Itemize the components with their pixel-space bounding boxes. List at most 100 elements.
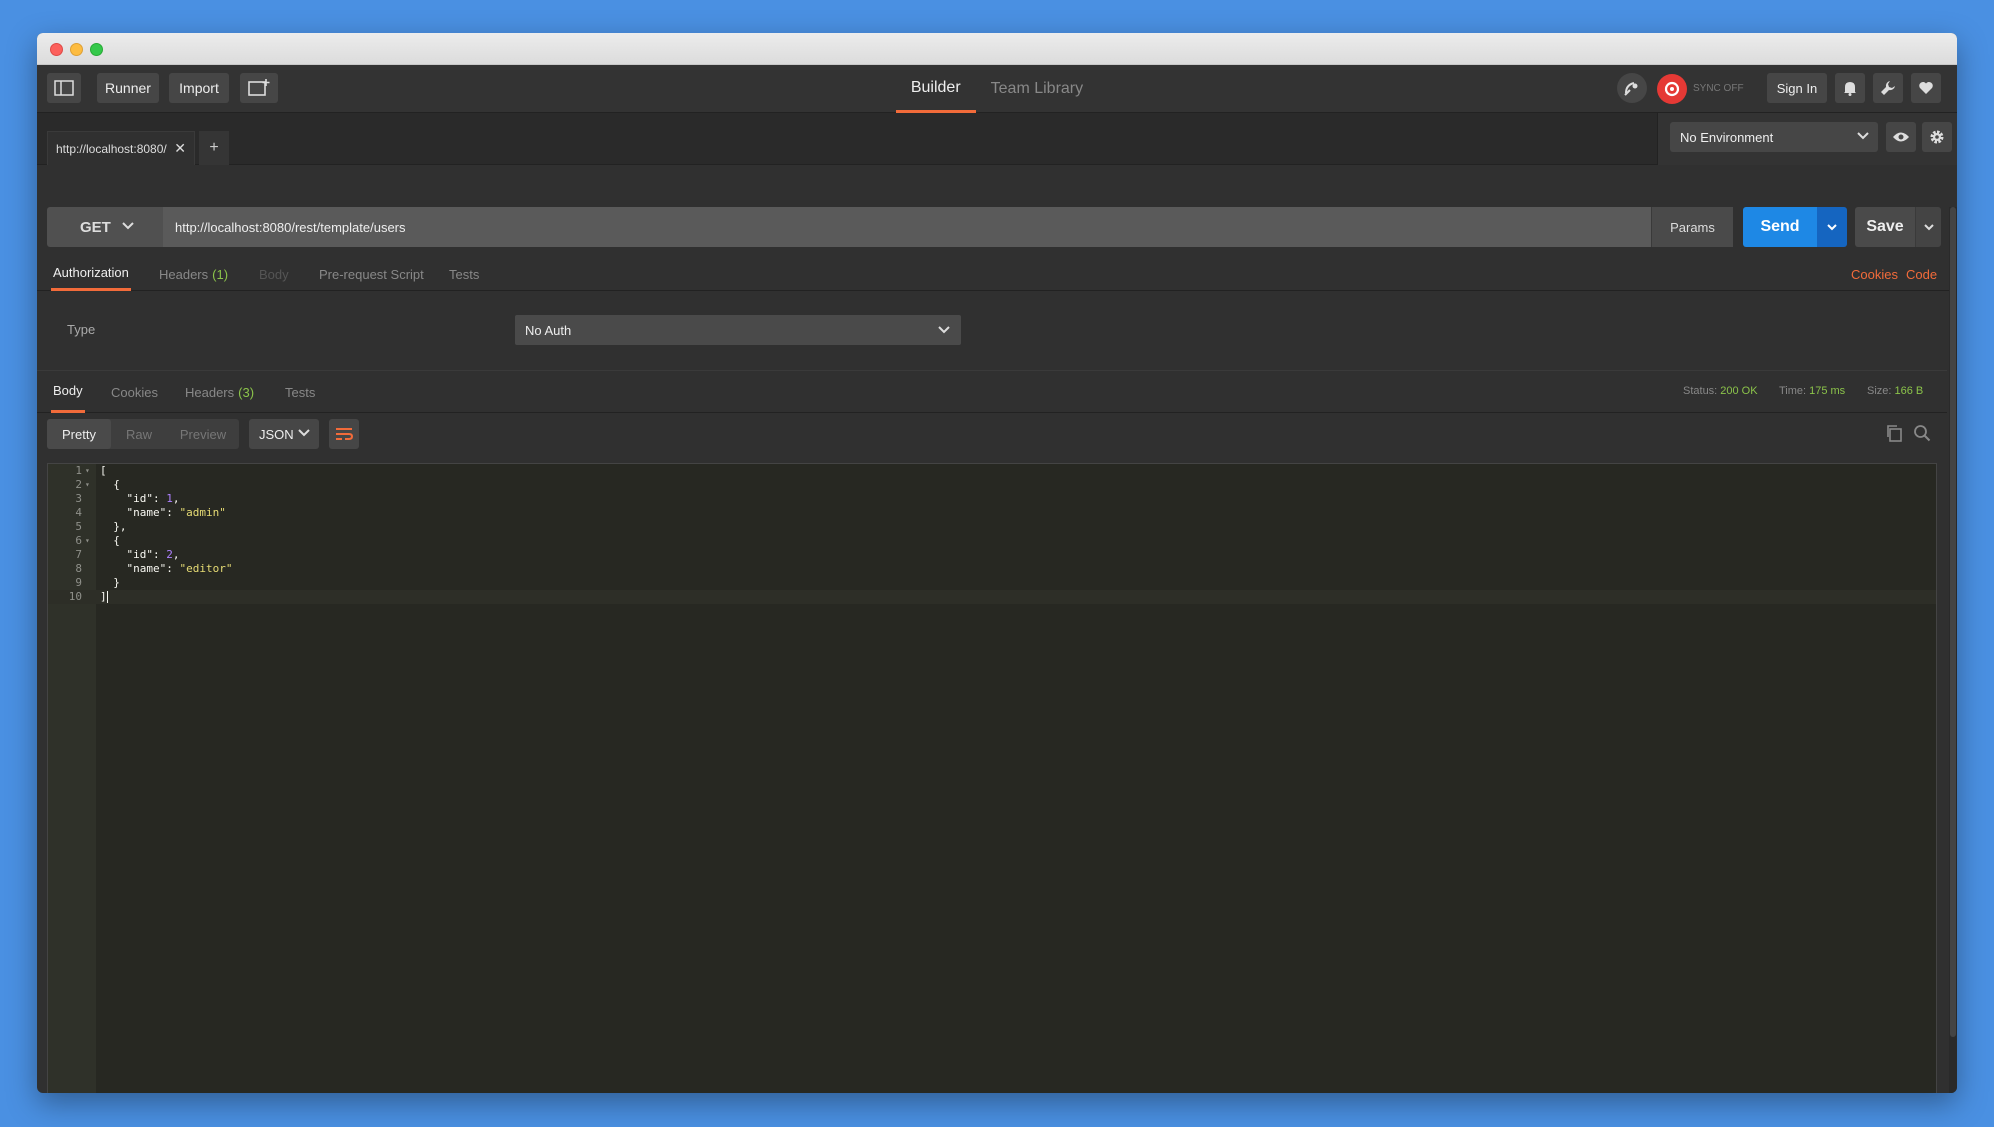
tab-prerequest-script[interactable]: Pre-request Script [317,257,426,291]
environment-value: No Environment [1680,129,1774,145]
sync-icon [1664,81,1680,97]
response-format-bar: Pretty Raw Preview JSON [47,419,1937,453]
tab-body[interactable]: Body [257,257,291,291]
maximize-window-button[interactable] [90,43,103,56]
line-number: 9 [75,576,82,589]
authorization-panel: Type No Auth [37,291,1947,371]
tab-headers[interactable]: Headers (1) [157,257,230,291]
favorites-button[interactable] [1911,73,1941,103]
code-text: "id": 1, [126,492,180,505]
pretty-button[interactable]: Pretty [47,419,111,449]
line-number: 1 [75,464,82,477]
add-tab-button[interactable]: + [199,131,229,165]
request-tab[interactable]: http://localhost:8080/ ✕ [47,131,195,165]
line-number: 8 [75,562,82,575]
close-tab-icon[interactable]: ✕ [174,140,186,157]
line-number: 7 [75,548,82,561]
tab-authorization[interactable]: Authorization [51,257,131,291]
code-text: { [100,478,120,491]
line-number: 4 [75,506,82,519]
sync-status-label: SYNC OFF [1693,83,1744,94]
chevron-down-icon [122,222,134,230]
environment-bar: No Environment [1657,113,1957,165]
method-select[interactable]: GET [47,207,163,247]
line-number: 3 [75,492,82,505]
response-body-editor[interactable]: 1 ▾ [ 2 ▾ { 3 "id": 1, 4 "name": "admin" 5… [47,463,1937,1093]
line-number: 2 [75,478,82,491]
size-label: Size: [1867,385,1892,397]
code-line: 1 ▾ [ [48,464,1936,478]
notifications-button[interactable] [1835,73,1865,103]
gear-icon [1930,130,1944,144]
cookies-link[interactable]: Cookies [1851,267,1898,282]
app-window: Runner Import Builder Team Library SYNC … [37,33,1957,1093]
environment-select[interactable]: No Environment [1670,122,1878,152]
response-status: Status: 200 OK [1683,385,1758,397]
code-text: }, [100,520,127,533]
preview-button[interactable]: Preview [167,419,239,449]
chevron-down-icon [1827,224,1837,231]
response-tabs: Body Cookies Headers (3) Tests Status: 20… [37,371,1947,413]
code-text: [ [100,464,107,477]
code-line: 5 }, [48,520,1936,534]
interceptor-button[interactable] [1617,73,1647,103]
search-icon[interactable] [1913,424,1931,442]
code-line: 9 } [48,576,1936,590]
fold-arrow-icon[interactable]: ▾ [85,478,90,492]
response-tab-cookies[interactable]: Cookies [109,371,160,413]
chevron-down-icon [1857,132,1869,140]
code-line: 6 ▾ { [48,534,1936,548]
code-line: 4 "name": "admin" [48,506,1936,520]
send-options-button[interactable] [1817,207,1847,247]
auth-type-label: Type [67,322,96,337]
auth-type-value: No Auth [525,322,572,338]
fold-arrow-icon[interactable]: ▾ [85,534,90,548]
code-line-current: 10 ] [48,590,1936,604]
heart-icon [1919,82,1933,94]
signin-button[interactable]: Sign In [1767,73,1827,103]
response-tab-headers[interactable]: Headers (3) [183,371,256,413]
tab-team-library[interactable]: Team Library [976,65,1098,113]
code-line: 3 "id": 1, [48,492,1936,506]
request-tab-label: http://localhost:8080/ [56,141,167,156]
text-cursor [106,591,108,603]
code-link[interactable]: Code [1906,267,1937,282]
line-number: 5 [75,520,82,533]
response-tab-tests[interactable]: Tests [283,371,317,413]
format-value: JSON [259,426,294,442]
minimize-window-button[interactable] [70,43,83,56]
fold-arrow-icon[interactable]: ▾ [85,464,90,478]
auth-type-select[interactable]: No Auth [515,315,961,345]
url-input[interactable]: http://localhost:8080/rest/template/user… [163,207,1651,247]
environment-quicklook-button[interactable] [1886,122,1916,152]
settings-wrench-button[interactable] [1873,73,1903,103]
app-header: Runner Import Builder Team Library SYNC … [37,65,1957,113]
request-subtabs: Authorization Headers (1) Body Pre-reque… [37,257,1957,291]
wrench-icon [1881,81,1895,95]
title-bar [37,33,1957,65]
time-value: 175 ms [1809,385,1846,397]
send-button[interactable]: Send [1743,207,1817,247]
code-text: "name": "admin" [126,506,226,519]
close-window-button[interactable] [50,43,63,56]
manage-environments-button[interactable] [1922,122,1952,152]
params-button[interactable]: Params [1651,207,1733,247]
headers-count: (1) [212,266,229,282]
size-value: 166 B [1894,385,1924,397]
code-line: 7 "id": 2, [48,548,1936,562]
format-select[interactable]: JSON [249,419,319,449]
raw-button[interactable]: Raw [111,419,167,449]
sync-button[interactable] [1657,74,1687,104]
bell-icon [1844,82,1856,96]
tab-builder[interactable]: Builder [895,65,976,113]
wrap-lines-button[interactable] [329,419,359,449]
save-options-button[interactable] [1915,207,1941,247]
code-text: } [100,576,120,589]
copy-icon[interactable] [1885,424,1903,442]
tab-tests[interactable]: Tests [447,257,481,291]
scrollbar-thumb[interactable] [1950,207,1956,1037]
save-button[interactable]: Save [1855,207,1915,247]
response-code: 1 ▾ [ 2 ▾ { 3 "id": 1, 4 "name": "admin" 5… [48,464,1936,604]
response-tab-body[interactable]: Body [51,371,85,413]
main-scrollbar[interactable] [1949,207,1957,1093]
